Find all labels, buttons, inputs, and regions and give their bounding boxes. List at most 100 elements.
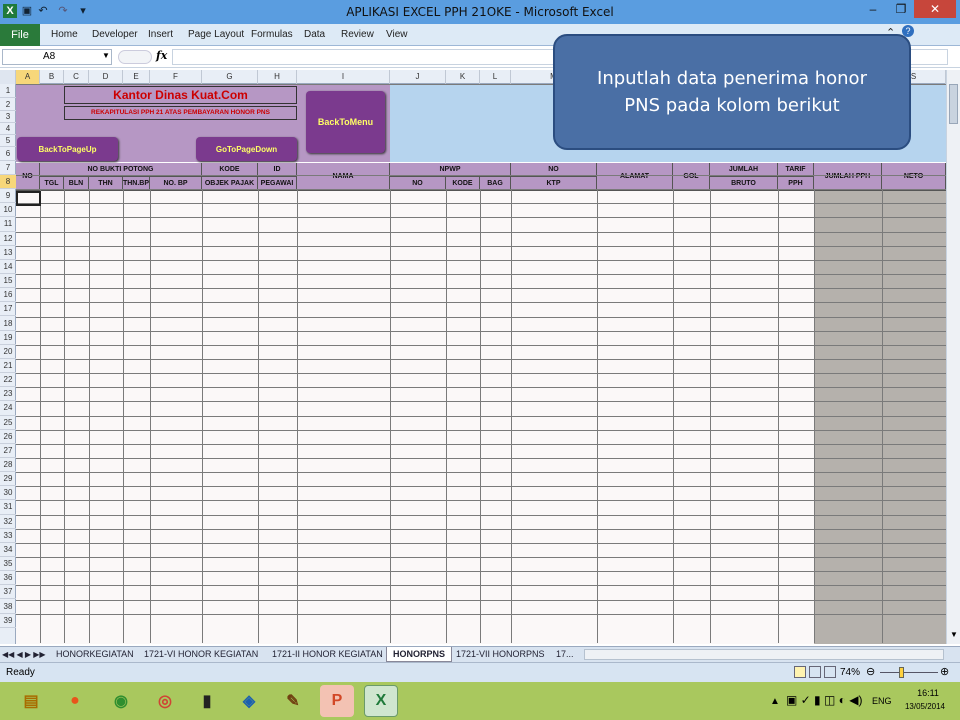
tray-icons[interactable]: ▣ ✓ ▮ ◫ ◐ ◀) (786, 693, 862, 707)
select-all-corner[interactable] (0, 70, 16, 84)
column-header-i[interactable]: I (297, 70, 390, 84)
row-header[interactable]: 15 (0, 274, 16, 289)
column-header-e[interactable]: E (123, 70, 150, 84)
row-header[interactable]: 2 (0, 98, 16, 111)
column-header-j[interactable]: J (390, 70, 446, 84)
row-header[interactable]: 30 (0, 486, 16, 501)
row-header[interactable]: 22 (0, 373, 16, 388)
row-header[interactable]: 18 (0, 317, 16, 331)
row-header[interactable]: 11 (0, 217, 16, 232)
chrome-icon[interactable]: ◎ (148, 685, 182, 717)
column-header-g[interactable]: G (202, 70, 258, 84)
row-header[interactable]: 33 (0, 529, 16, 543)
minimize-button[interactable]: – (860, 0, 886, 18)
row-header[interactable]: 1 (0, 84, 16, 98)
scroll-thumb[interactable] (949, 84, 958, 124)
worksheet-grid[interactable]: Kantor Dinas Kuat.Com REKAPITULASI PPH 2… (16, 84, 946, 644)
go-to-page-down-button[interactable]: GoToPageDown (196, 137, 297, 161)
powerpoint-icon[interactable]: P (320, 685, 354, 717)
file-explorer-icon[interactable]: ▤ (14, 685, 48, 717)
tab-formulas[interactable]: Formulas (251, 29, 293, 40)
close-button[interactable]: ✕ (914, 0, 956, 18)
tray-expand-icon[interactable]: ▲ (770, 696, 780, 707)
row-header[interactable]: 12 (0, 232, 16, 246)
excel-taskbar-icon[interactable]: X (364, 685, 398, 717)
sheet-tab-honorpns[interactable]: HONORPNS (386, 647, 453, 662)
row-header[interactable]: 14 (0, 260, 16, 275)
language-indicator[interactable]: ENG (872, 696, 892, 706)
tab-insert[interactable]: Insert (148, 29, 173, 40)
horizontal-scrollbar[interactable] (584, 649, 944, 660)
row-header[interactable]: 4 (0, 123, 16, 135)
file-tab[interactable]: File (0, 24, 40, 46)
sheet-tab-more[interactable]: 17... (550, 647, 580, 662)
row-header[interactable]: 13 (0, 246, 16, 260)
column-header-l[interactable]: L (480, 70, 511, 84)
row-header[interactable]: 31 (0, 500, 16, 515)
column-header-d[interactable]: D (89, 70, 123, 84)
row-header[interactable]: 25 (0, 416, 16, 430)
row-header[interactable]: 39 (0, 614, 16, 628)
fx-icon[interactable]: fx (156, 49, 167, 62)
zoom-out-icon[interactable]: ⊖ (866, 665, 875, 678)
row-header[interactable]: 3 (0, 111, 16, 123)
zoom-level[interactable]: 74% (840, 667, 860, 678)
tab-nav-arrows-icon[interactable]: ◀◀ ◀ ▶ ▶▶ (2, 647, 46, 662)
row-header[interactable]: 5 (0, 135, 16, 147)
row-header[interactable]: 16 (0, 288, 16, 303)
row-header[interactable]: 27 (0, 444, 16, 458)
clock-date[interactable]: 13/05/2014 (898, 702, 952, 711)
browser-blue-icon[interactable]: ◈ (232, 685, 266, 717)
vertical-scrollbar[interactable]: ▼ (946, 70, 960, 644)
row-header[interactable]: 38 (0, 600, 16, 614)
app-green-icon[interactable]: ◉ (104, 685, 138, 717)
row-header[interactable]: 24 (0, 401, 16, 416)
sheet-tab-1721-vi-honor-kegiatan[interactable]: 1721-VI HONOR KEGIATAN (138, 647, 264, 662)
row-header[interactable]: 36 (0, 571, 16, 586)
row-header[interactable]: 29 (0, 472, 16, 487)
row-header[interactable]: 28 (0, 458, 16, 473)
page-layout-view-icon[interactable] (809, 666, 821, 678)
tab-developer[interactable]: Developer (92, 29, 138, 40)
column-header-h[interactable]: H (258, 70, 297, 84)
tab-page-layout[interactable]: Page Layout (188, 29, 244, 40)
row-header[interactable]: 20 (0, 345, 16, 359)
row-header[interactable]: 19 (0, 331, 16, 345)
column-header-c[interactable]: C (64, 70, 89, 84)
zoom-slider[interactable] (880, 672, 938, 673)
normal-view-icon[interactable] (794, 666, 806, 678)
zoom-slider-handle[interactable] (899, 667, 904, 678)
row-header[interactable]: 17 (0, 302, 16, 317)
row-header[interactable]: 7 (0, 161, 16, 175)
firefox-icon[interactable]: ● (58, 685, 92, 717)
row-header[interactable]: 37 (0, 585, 16, 600)
mobile-app-icon[interactable]: ▮ (190, 685, 224, 717)
row-header[interactable]: 32 (0, 515, 16, 529)
row-header[interactable]: 8 (0, 175, 16, 190)
chevron-down-icon[interactable]: ▼ (102, 51, 110, 60)
tab-data[interactable]: Data (304, 29, 325, 40)
tab-view[interactable]: View (386, 29, 408, 40)
row-header[interactable]: 21 (0, 359, 16, 374)
column-header-f[interactable]: F (150, 70, 202, 84)
tool-app-icon[interactable]: ✎ (276, 685, 310, 717)
tab-home[interactable]: Home (51, 29, 78, 40)
row-header[interactable]: 26 (0, 430, 16, 444)
restore-button[interactable]: ❐ (888, 0, 914, 18)
clock-time[interactable]: 16:11 (906, 688, 950, 698)
row-header[interactable]: 34 (0, 543, 16, 558)
row-header[interactable]: 23 (0, 387, 16, 402)
column-header-b[interactable]: B (40, 70, 64, 84)
tab-review[interactable]: Review (341, 29, 374, 40)
page-break-view-icon[interactable] (824, 666, 836, 678)
zoom-in-icon[interactable]: ⊕ (940, 665, 949, 678)
row-header[interactable]: 9 (0, 189, 16, 204)
row-header[interactable]: 35 (0, 557, 16, 572)
column-header-k[interactable]: K (446, 70, 480, 84)
row-header[interactable]: 10 (0, 203, 16, 218)
sheet-tab-1721-vii-honorpns[interactable]: 1721-VII HONORPNS (450, 647, 551, 662)
back-to-page-up-button[interactable]: BackToPageUp (17, 137, 118, 161)
row-header[interactable]: 6 (0, 147, 16, 161)
column-header-a[interactable]: A (16, 70, 40, 84)
sheet-tab-honorkegiatan[interactable]: HONORKEGIATAN (50, 647, 140, 662)
